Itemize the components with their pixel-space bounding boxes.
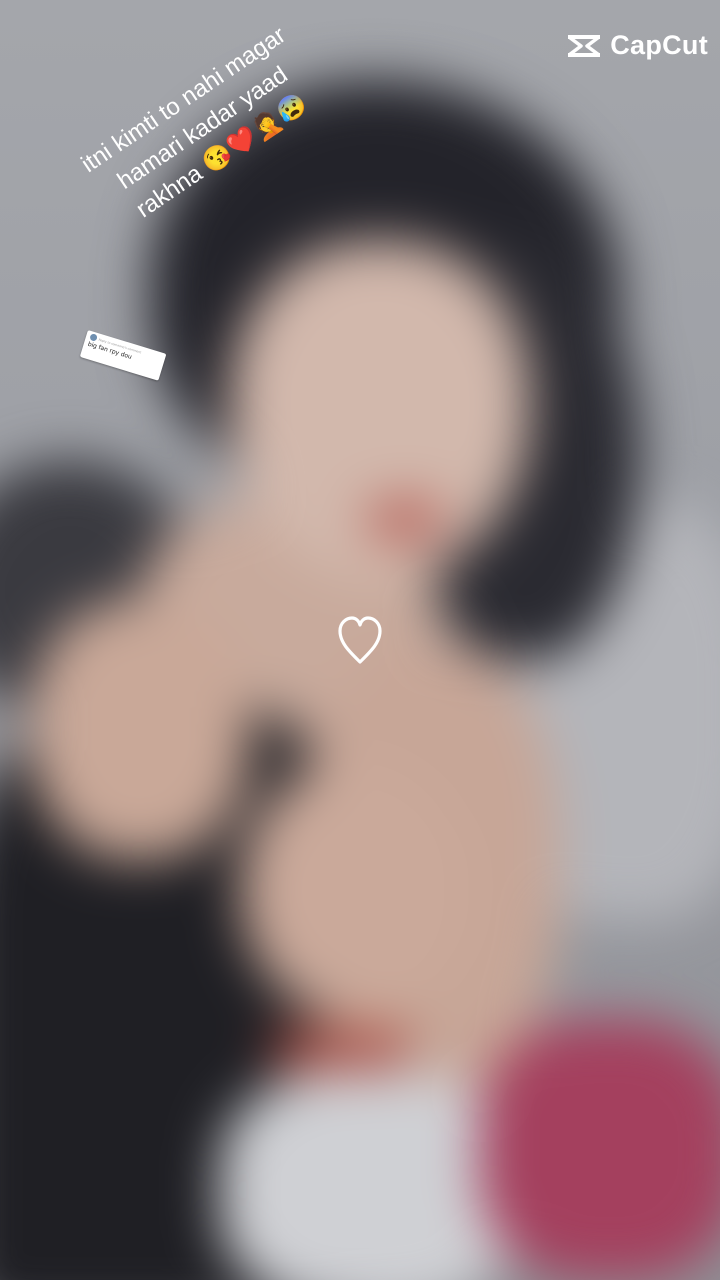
video-frame[interactable]: CapCut itni kimti to nahi magar hamari k… bbox=[0, 0, 720, 1280]
capcut-watermark: CapCut bbox=[566, 30, 708, 61]
capcut-brand-name: CapCut bbox=[610, 30, 708, 60]
capcut-logo-icon bbox=[568, 34, 601, 57]
heart-outline-icon[interactable] bbox=[336, 612, 384, 668]
